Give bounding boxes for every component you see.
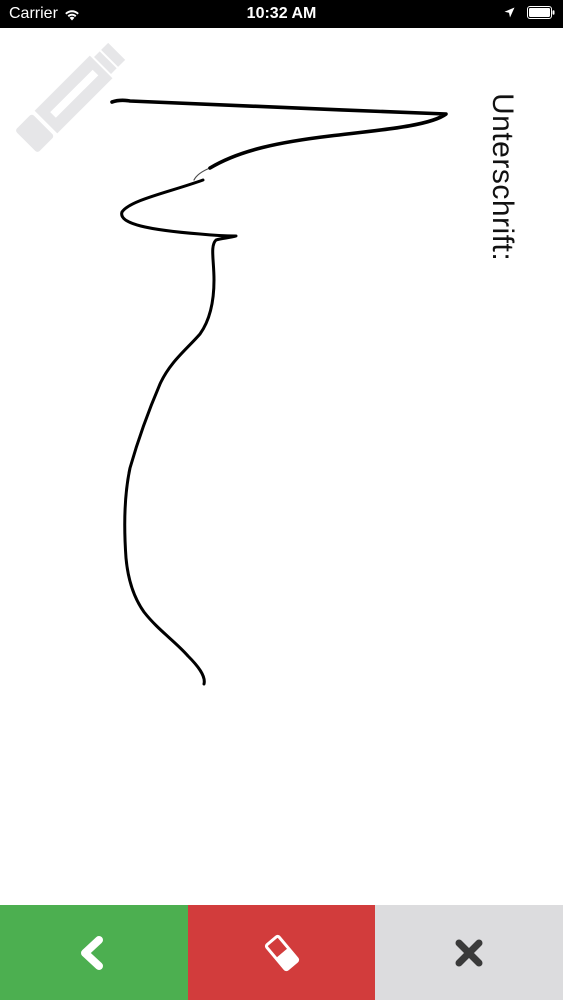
eraser-icon [264, 934, 299, 971]
clear-signature-button[interactable] [187, 905, 376, 1000]
bottom-toolbar [0, 905, 563, 1000]
back-button[interactable] [0, 905, 188, 1000]
location-icon [504, 7, 515, 18]
chevron-left-icon [80, 935, 103, 970]
battery-icon [527, 6, 555, 19]
status-right [504, 6, 555, 19]
signature-canvas[interactable]: Unterschrift: [0, 28, 563, 905]
signature-label: Unterschrift: [486, 93, 519, 262]
cancel-button[interactable] [375, 905, 563, 1000]
status-time: 10:32 AM [246, 5, 317, 22]
signature-stroke [110, 98, 448, 686]
signature-screen: Carrier 10:32 AM Unterschrift: [0, 0, 563, 1000]
status-bar: Carrier 10:32 AM [0, 0, 563, 28]
close-icon [455, 939, 483, 966]
